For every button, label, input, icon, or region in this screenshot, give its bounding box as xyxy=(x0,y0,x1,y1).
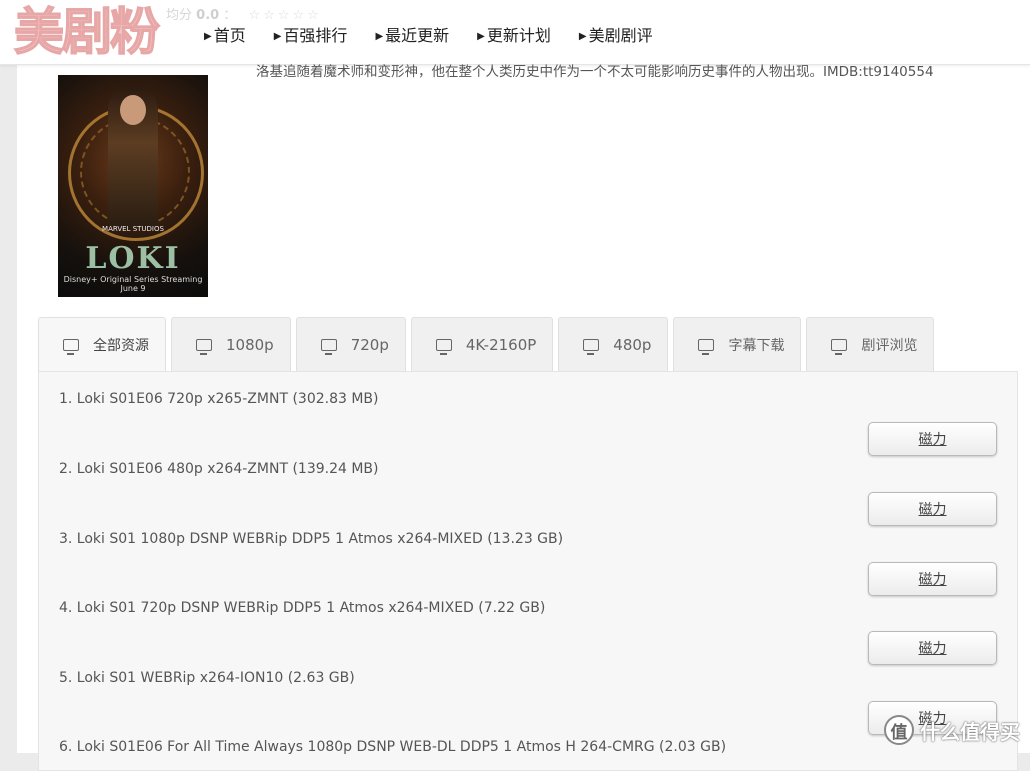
triangle-right-icon: ▶ xyxy=(204,31,212,42)
tab-subtitles[interactable]: 字幕下载 xyxy=(673,317,802,371)
nav-item-schedule[interactable]: ▶ 更新计划 xyxy=(477,22,551,46)
tab-label: 1080p xyxy=(226,335,274,354)
rating-stars[interactable]: ☆☆☆☆☆ xyxy=(248,8,321,23)
magnet-button[interactable]: 磁力 xyxy=(868,562,997,596)
monitor-icon xyxy=(583,338,600,355)
site-header: 美剧粉 均分 0.0 ： ☆☆☆☆☆ ▶ 首页 ▶ 百强排行 ▶ 最近更新 ▶ 更新计划… xyxy=(0,0,1030,65)
triangle-right-icon: ▶ xyxy=(375,31,384,42)
site-logo[interactable]: 美剧粉 xyxy=(13,0,161,64)
resource-item[interactable]: 2. Loki S01E06 480p x264-ZMNT (139.24 MB… xyxy=(59,461,379,477)
poster-brand: MARVEL STUDIOS xyxy=(102,225,164,233)
show-description: 洛基追随着魔术师和变形神，他在整个人类历史中作为一个不太可能影响历史事件的人物出… xyxy=(256,64,934,80)
monitor-icon xyxy=(831,338,848,355)
watermark-text: 什么值得买 xyxy=(920,719,1020,744)
show-poster: MARVEL STUDIOS LOKI Disney+ Original Ser… xyxy=(58,75,208,297)
rating-info: 均分 0.0 ： ☆☆☆☆☆ xyxy=(166,4,322,23)
tab-label: 剧评浏览 xyxy=(861,337,918,354)
poster-footer: Disney+ Original Series Streaming June 9 xyxy=(63,275,203,293)
tab-1080p[interactable]: 1080p xyxy=(171,317,291,371)
magnet-button[interactable]: 磁力 xyxy=(868,492,997,526)
magnet-button[interactable]: 磁力 xyxy=(868,631,997,665)
watermark-logo-icon: 值 xyxy=(884,715,914,745)
tab-label: 480p xyxy=(613,335,652,354)
poster-face xyxy=(120,95,146,125)
tab-label: 全部资源 xyxy=(93,338,149,354)
nav-label: 首页 xyxy=(213,26,246,45)
tab-label: 720p xyxy=(350,335,389,354)
nav-label: 百强排行 xyxy=(283,26,348,45)
tab-label: 4K-2160P xyxy=(465,335,537,354)
monitor-icon xyxy=(320,338,337,355)
monitor-icon xyxy=(63,339,79,355)
triangle-right-icon: ▶ xyxy=(477,31,485,42)
nav-item-reviews[interactable]: ▶ 美剧剧评 xyxy=(579,22,653,46)
resource-tabs: 全部资源 1080p 720p 4K-2160P 480p 字幕下载 剧评浏览 xyxy=(38,317,939,372)
triangle-right-icon: ▶ xyxy=(273,31,282,42)
nav-item-recent[interactable]: ▶ 最近更新 xyxy=(375,22,449,46)
resource-item[interactable]: 5. Loki S01 WEBRip x264-ION10 (2.63 GB) xyxy=(59,670,355,686)
nav-label: 美剧剧评 xyxy=(588,26,653,45)
monitor-icon xyxy=(196,338,212,355)
rating-value: 0.0 xyxy=(196,8,220,23)
monitor-icon xyxy=(698,338,715,355)
nav-label: 更新计划 xyxy=(486,26,551,45)
nav-item-home[interactable]: ▶ 首页 xyxy=(204,22,246,46)
tab-720p[interactable]: 720p xyxy=(295,317,406,371)
rating-label: 均分 xyxy=(166,8,193,23)
tab-all[interactable]: 全部资源 xyxy=(38,317,166,372)
resource-item[interactable]: 1. Loki S01E06 720p x265-ZMNT (302.83 MB… xyxy=(59,391,379,407)
triangle-right-icon: ▶ xyxy=(578,31,587,42)
resource-item[interactable]: 4. Loki S01 720p DSNP WEBRip DDP5 1 Atmo… xyxy=(59,600,545,616)
tab-4k[interactable]: 4K-2160P xyxy=(410,317,554,371)
monitor-icon xyxy=(435,338,452,355)
poster-title: LOKI xyxy=(85,241,181,276)
resource-panel: 1. Loki S01E06 720p x265-ZMNT (302.83 MB… xyxy=(38,371,1018,771)
main-nav: ▶ 首页 ▶ 百强排行 ▶ 最近更新 ▶ 更新计划 ▶ 美剧剧评 xyxy=(204,22,681,46)
tab-label: 字幕下载 xyxy=(728,337,785,354)
watermark: 值 什么值得买 xyxy=(884,715,1020,745)
nav-label: 最近更新 xyxy=(385,26,450,45)
tab-480p[interactable]: 480p xyxy=(558,317,669,371)
tab-reviews[interactable]: 剧评浏览 xyxy=(806,317,935,371)
rating-separator: ： xyxy=(223,8,237,23)
magnet-button[interactable]: 磁力 xyxy=(868,422,997,456)
resource-item[interactable]: 3. Loki S01 1080p DSNP WEBRip DDP5 1 Atm… xyxy=(59,531,563,547)
nav-item-top100[interactable]: ▶ 百强排行 xyxy=(274,22,348,46)
